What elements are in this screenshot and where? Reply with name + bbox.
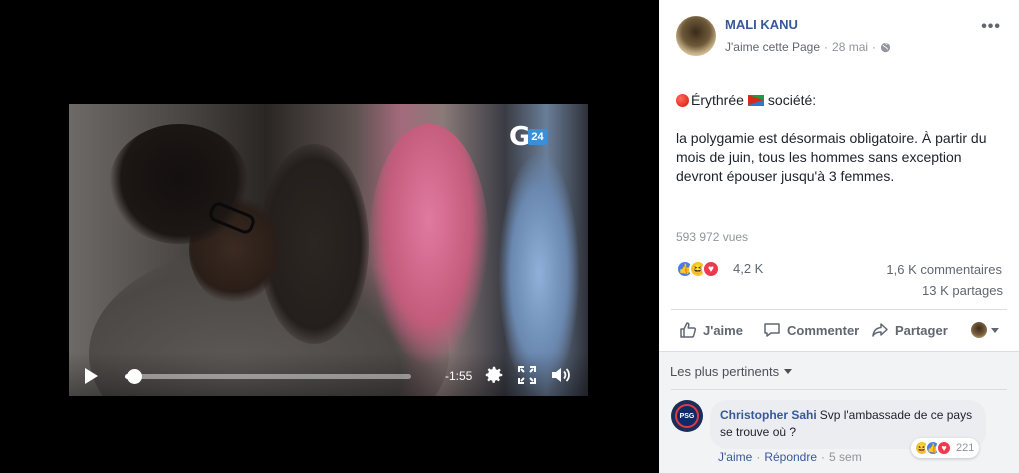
divider <box>671 309 1007 310</box>
comments-section: Les plus pertinents PSG Christopher Sahi… <box>659 352 1019 473</box>
post-body: la polygamie est désormais obligatoire. … <box>676 130 987 184</box>
like-button[interactable]: J'aime <box>679 321 743 339</box>
channel-logo-letter: G <box>509 122 531 152</box>
post-meta: J'aime cette Page · 28 mai · <box>725 40 891 54</box>
comment-icon <box>764 323 780 337</box>
headline-country: Érythrée <box>691 92 744 108</box>
divider <box>671 389 1007 390</box>
comments-count[interactable]: 1,6 K commentaires <box>886 262 1002 277</box>
post-headline: Érythrée société: <box>676 91 996 110</box>
fullscreen-icon[interactable] <box>518 366 536 384</box>
comment-like-link[interactable]: J'aime <box>718 450 752 464</box>
share-button[interactable]: Partager <box>871 321 948 339</box>
seek-bar[interactable] <box>125 369 411 384</box>
shares-count[interactable]: 13 K partages <box>922 283 1003 298</box>
comment-reply-link[interactable]: Répondre <box>764 450 817 464</box>
more-options-icon[interactable]: ••• <box>981 18 1001 36</box>
comment-button-label: Commenter <box>787 322 860 338</box>
comment-reactions[interactable]: 😆 👍 ♥ 221 <box>911 438 980 458</box>
like-button-label: J'aime <box>703 322 743 338</box>
meta-separator: · <box>756 450 761 464</box>
channel-logo: G 24 <box>509 122 547 152</box>
headline-topic: société: <box>767 92 817 108</box>
post-as-selector[interactable] <box>971 322 999 338</box>
gear-icon[interactable] <box>483 364 505 386</box>
action-bar: J'aime Commenter Partager <box>671 312 1007 348</box>
comment-author-link[interactable]: Christopher Sahi <box>720 408 817 422</box>
post-date[interactable]: 28 mai <box>832 40 868 54</box>
reactions-summary: 👍 😆 ♥ 4,2 K 1,6 K commentaires <box>676 260 1002 278</box>
page-name-link[interactable]: MALI KANU <box>725 17 798 32</box>
post-panel: MALI KANU J'aime cette Page · 28 mai · •… <box>659 0 1019 473</box>
view-count: 593 972 vues <box>676 230 749 244</box>
video-viewer-backdrop: G 24 -1:55 <box>0 0 659 473</box>
page-avatar[interactable] <box>676 16 716 56</box>
comment-meta: J'aime · Répondre · 5 sem <box>718 450 862 464</box>
eritrea-flag-icon <box>747 95 764 106</box>
love-reaction-icon: ♥ <box>936 440 952 456</box>
comment-age[interactable]: 5 sem <box>829 450 862 464</box>
volume-icon[interactable] <box>549 364 571 386</box>
chevron-down-icon <box>991 327 999 333</box>
globe-icon <box>880 42 891 52</box>
reaction-count[interactable]: 4,2 K <box>733 261 763 276</box>
commenter-avatar[interactable]: PSG <box>671 400 703 432</box>
comment-sort-dropdown[interactable]: Les plus pertinents <box>670 364 793 379</box>
comment-reaction-count: 221 <box>956 442 975 454</box>
channel-logo-badge: 24 <box>528 129 547 145</box>
chevron-down-icon <box>784 369 793 374</box>
reaction-icons[interactable]: 👍 😆 ♥ <box>676 260 720 278</box>
comment-button[interactable]: Commenter <box>763 321 859 339</box>
meta-separator: · <box>824 40 829 54</box>
comment-sort-label: Les plus pertinents <box>670 364 780 379</box>
post-text: Érythrée société: la polygamie est désor… <box>676 91 996 186</box>
meta-separator: · <box>821 450 826 464</box>
red-circle-icon <box>676 94 689 107</box>
time-remaining: -1:55 <box>445 369 473 383</box>
video-controls: -1:55 <box>69 352 588 396</box>
love-reaction-icon: ♥ <box>702 260 720 278</box>
seek-handle[interactable] <box>127 369 142 384</box>
like-page-link[interactable]: J'aime cette Page <box>725 40 820 54</box>
share-icon <box>872 323 888 337</box>
meta-separator: · <box>872 40 877 54</box>
psg-crest-icon: PSG <box>675 404 699 428</box>
video-player[interactable]: G 24 -1:55 <box>69 104 588 396</box>
video-frame-background-person <box>369 124 489 364</box>
play-icon[interactable] <box>85 368 98 384</box>
thumbs-up-icon <box>680 322 697 338</box>
user-avatar-icon <box>971 322 987 338</box>
share-button-label: Partager <box>895 322 948 338</box>
screen: G 24 -1:55 MALI KANU J'aime cette Page ·… <box>0 0 1019 473</box>
